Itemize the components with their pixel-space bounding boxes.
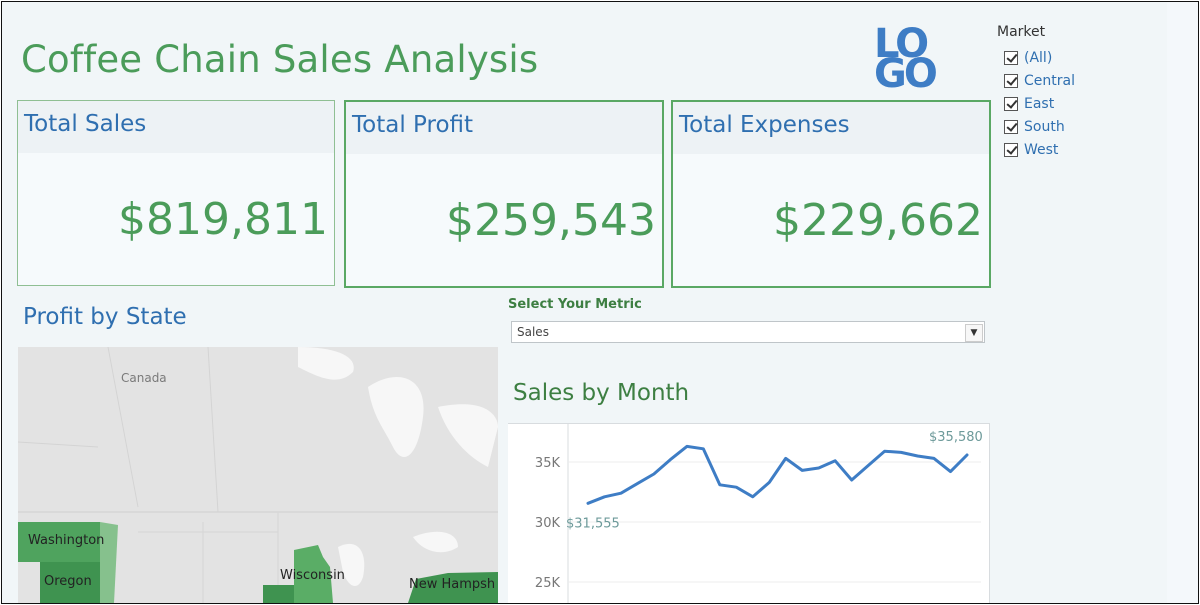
great-lake-shape bbox=[368, 377, 424, 457]
market-option-south[interactable]: South bbox=[1004, 115, 1157, 138]
chart-title: Sales by Month bbox=[513, 380, 690, 406]
sales-line bbox=[586, 444, 969, 505]
market-filter: Market (All) Central East South West bbox=[997, 24, 1157, 161]
checkbox-checked-icon[interactable] bbox=[1004, 50, 1018, 65]
map-label-canada: Canada bbox=[121, 371, 167, 385]
market-option-west[interactable]: West bbox=[1004, 138, 1157, 161]
market-option-label: West bbox=[1024, 141, 1059, 158]
map-label-oregon: Oregon bbox=[44, 574, 92, 589]
border-line bbox=[207, 347, 219, 513]
market-option-label: Central bbox=[1024, 72, 1075, 89]
kpi-label: Total Expenses bbox=[679, 112, 850, 138]
metric-selector-label: Select Your Metric bbox=[508, 297, 642, 312]
y-tick-label: 35K bbox=[535, 456, 561, 471]
checkbox-checked-icon[interactable] bbox=[1004, 73, 1018, 88]
logo-text-bottom: GO bbox=[874, 51, 938, 97]
market-filter-title: Market bbox=[997, 24, 1046, 40]
map-svg bbox=[18, 347, 498, 603]
state-minnesota bbox=[263, 585, 294, 603]
checkbox-checked-icon[interactable] bbox=[1004, 96, 1018, 111]
metric-select-value: Sales bbox=[517, 325, 549, 339]
page-title: Coffee Chain Sales Analysis bbox=[21, 38, 539, 81]
map-label-washington: Washington bbox=[28, 533, 105, 548]
market-option-east[interactable]: East bbox=[1004, 92, 1157, 115]
y-tick-label: 30K bbox=[535, 516, 561, 531]
market-option-all[interactable]: (All) bbox=[1004, 46, 1157, 69]
kpi-value: $229,662 bbox=[773, 195, 983, 246]
border-line bbox=[18, 441, 99, 448]
great-lake-shape bbox=[413, 531, 458, 553]
kpi-value: $819,811 bbox=[118, 194, 328, 245]
great-lake-shape bbox=[298, 347, 354, 380]
checkbox-checked-icon[interactable] bbox=[1004, 119, 1018, 134]
profit-map[interactable]: Canada Washington Oregon Wisconsin New H… bbox=[18, 347, 498, 603]
logo: LO GO bbox=[872, 24, 942, 97]
map-label-new-hampshire: New Hampsh bbox=[409, 577, 496, 592]
kpi-card-total-profit: Total Profit $259,543 bbox=[344, 100, 664, 288]
kpi-value: $259,543 bbox=[446, 195, 656, 246]
chart-svg: 35K 30K 25K $31,555 $35,580 bbox=[535, 424, 983, 603]
checkbox-checked-icon[interactable] bbox=[1004, 142, 1018, 157]
metric-select[interactable]: Sales ▼ bbox=[511, 321, 985, 343]
chevron-down-icon[interactable]: ▼ bbox=[965, 324, 983, 342]
great-lake-shape bbox=[438, 404, 498, 467]
market-option-central[interactable]: Central bbox=[1004, 69, 1157, 92]
data-label: $35,580 bbox=[929, 430, 983, 445]
market-option-label: (All) bbox=[1024, 49, 1053, 66]
kpi-card-total-expenses: Total Expenses $229,662 bbox=[671, 100, 991, 288]
kpi-label: Total Profit bbox=[352, 112, 474, 138]
market-option-label: South bbox=[1024, 118, 1065, 135]
market-option-label: East bbox=[1024, 95, 1055, 112]
map-label-wisconsin: Wisconsin bbox=[280, 568, 345, 583]
dashboard-frame: Coffee Chain Sales Analysis LO GO Total … bbox=[1, 1, 1199, 604]
sales-by-month-chart[interactable]: 35K 30K 25K $31,555 $35,580 bbox=[508, 423, 990, 603]
data-label: $31,555 bbox=[566, 516, 620, 531]
y-tick-label: 25K bbox=[535, 576, 561, 591]
kpi-label: Total Sales bbox=[24, 111, 147, 137]
kpi-card-total-sales: Total Sales $819,811 bbox=[17, 100, 335, 286]
map-title: Profit by State bbox=[23, 304, 187, 330]
